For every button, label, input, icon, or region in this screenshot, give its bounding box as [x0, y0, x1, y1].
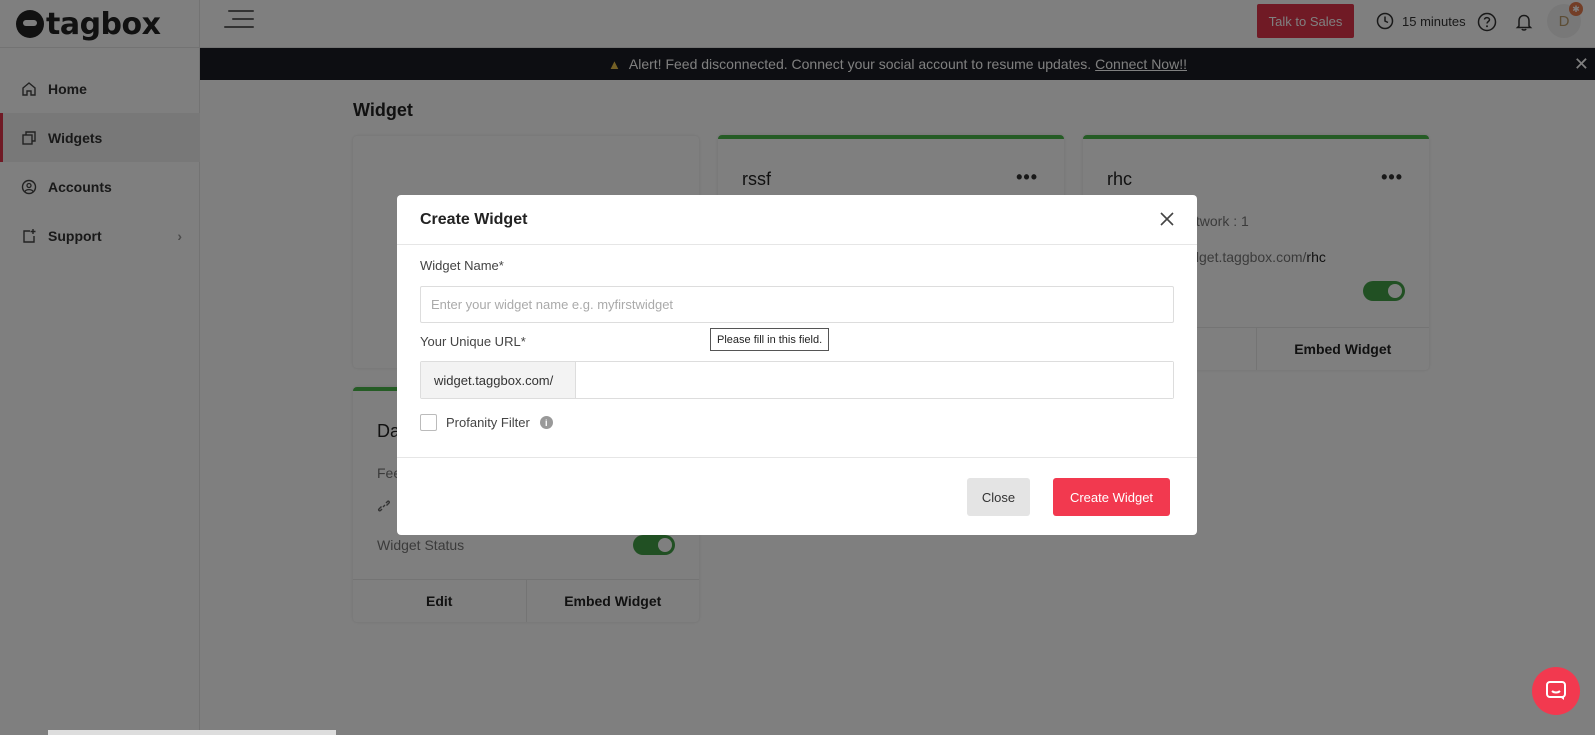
- divider: [397, 457, 1197, 458]
- profanity-filter-row: Profanity Filter i: [420, 414, 553, 431]
- chat-launcher[interactable]: [1532, 667, 1580, 715]
- unique-url-group: widget.taggbox.com/: [420, 361, 1174, 399]
- widget-name-input[interactable]: [420, 286, 1174, 323]
- close-button[interactable]: Close: [967, 478, 1030, 516]
- unique-url-label: Your Unique URL*: [420, 334, 526, 349]
- modal-title: Create Widget: [420, 211, 528, 228]
- profanity-filter-label: Profanity Filter: [446, 415, 530, 430]
- validation-tooltip: Please fill in this field.: [710, 328, 830, 351]
- create-widget-button[interactable]: Create Widget: [1053, 478, 1170, 516]
- url-prefix: widget.taggbox.com/: [421, 362, 576, 398]
- create-widget-modal: Create Widget Widget Name* Please fill i…: [397, 195, 1197, 535]
- chat-icon: [1546, 681, 1566, 700]
- info-icon[interactable]: i: [539, 416, 553, 429]
- unique-url-input[interactable]: [576, 362, 1173, 398]
- modal-header: Create Widget: [397, 195, 1197, 245]
- profanity-filter-checkbox[interactable]: [420, 414, 437, 431]
- scrollbar[interactable]: [48, 730, 336, 735]
- widget-name-label: Widget Name*: [420, 258, 504, 273]
- close-icon[interactable]: [1157, 209, 1177, 229]
